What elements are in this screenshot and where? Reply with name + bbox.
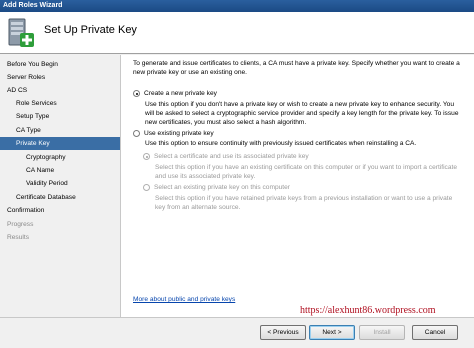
select-certificate-label: Select a certificate and use its associa… [154,153,309,160]
cancel-button[interactable]: Cancel [412,325,458,340]
more-about-keys-link[interactable]: More about public and private keys [133,296,235,303]
create-new-key-radio[interactable] [133,90,140,97]
install-button: Install [359,325,405,340]
use-existing-key-description: Use this option to ensure continuity wit… [145,140,417,147]
select-certificate-description: Select this option if you have an existi… [155,164,457,180]
sidebar-item-ad-cs[interactable]: AD CS [0,84,120,97]
select-existing-key-description: Select this option if you have retained … [155,195,453,211]
select-existing-key-option: Select an existing private key on this c… [143,184,290,191]
watermark-url: https://alexhunt86.wordpress.com [300,305,436,316]
sidebar-item-setup-type[interactable]: Setup Type [0,110,120,123]
select-existing-key-label: Select an existing private key on this c… [154,184,290,191]
select-certificate-option: Select a certificate and use its associa… [143,153,309,160]
previous-button[interactable]: < Previous [260,325,306,340]
use-existing-key-label: Use existing private key [144,130,214,137]
sidebar-item-ca-type[interactable]: CA Type [0,124,120,137]
next-button[interactable]: Next > [309,325,355,340]
sidebar-item-validity-period[interactable]: Validity Period [0,177,120,190]
sidebar-item-role-services[interactable]: Role Services [0,97,120,110]
sidebar-item-cryptography[interactable]: Cryptography [0,151,120,164]
intro-text: To generate and issue certificates to cl… [133,60,460,76]
server-role-add-icon [6,17,36,49]
sidebar-item-progress: Progress [7,221,34,228]
create-new-key-description: Use this option if you don't have a priv… [145,101,459,126]
window-title: Add Roles Wizard [0,0,474,12]
select-certificate-radio [143,153,150,160]
sidebar-item-confirmation[interactable]: Confirmation [0,204,120,217]
sidebar-item-certificate-database[interactable]: Certificate Database [0,191,120,204]
wizard-header: Set Up Private Key [0,12,474,54]
sidebar-item-ca-name[interactable]: CA Name [0,164,120,177]
sidebar-item-before-you-begin[interactable]: Before You Begin [0,58,120,71]
wizard-content-panel: To generate and issue certificates to cl… [121,55,474,317]
page-title: Set Up Private Key [44,24,137,36]
create-new-key-option[interactable]: Create a new private key [133,90,217,97]
create-new-key-label: Create a new private key [144,90,217,97]
use-existing-key-radio[interactable] [133,130,140,137]
wizard-steps-sidebar: Before You Begin Server Roles AD CS Role… [0,55,121,348]
sidebar-item-results: Results [7,234,29,241]
use-existing-key-option[interactable]: Use existing private key [133,130,214,137]
sidebar-item-private-key[interactable]: Private Key [0,137,120,150]
select-existing-key-radio [143,184,150,191]
sidebar-item-server-roles[interactable]: Server Roles [0,71,120,84]
